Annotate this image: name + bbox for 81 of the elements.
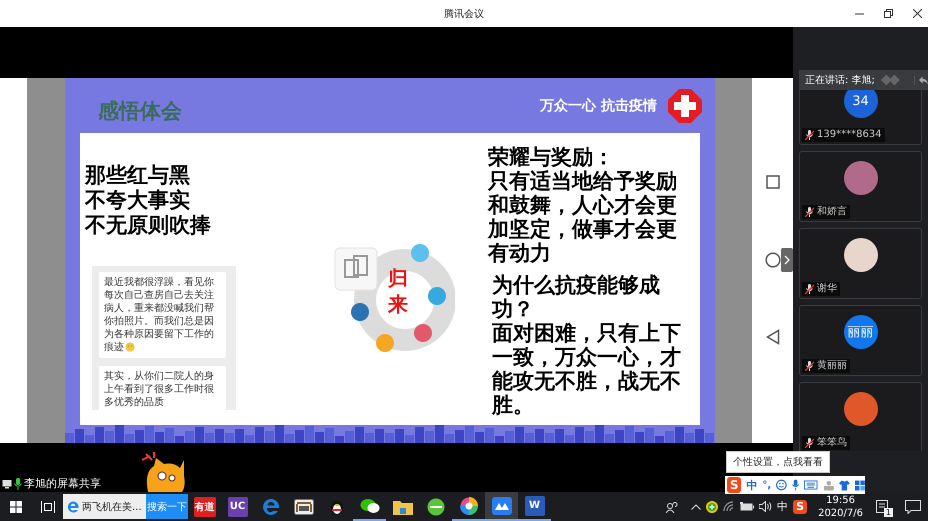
slide-text-line: 不无原则吹捧 (85, 213, 211, 238)
medical-cross-icon (667, 88, 703, 124)
chat-bubbles-icon (360, 498, 380, 514)
taskbar-button[interactable]: 有道 (188, 492, 221, 521)
search-field[interactable]: 两飞机在美... (63, 494, 146, 519)
participant-tile[interactable]: 34 139****8634 (799, 90, 922, 145)
tooltip: 个性设置，点我看看 (726, 451, 830, 473)
cat-sticker-drawing (140, 452, 186, 492)
participant-tile[interactable]: 和娇言 (799, 151, 922, 222)
participant-name: 黄丽丽 (817, 360, 847, 372)
caret-up-icon[interactable] (691, 504, 702, 510)
cloud-app-icon (492, 496, 512, 514)
ime-mode-toggle[interactable]: 中 (746, 478, 758, 492)
section-heading: 为什么抗疫能够成功？ (492, 273, 661, 321)
screen-share-label: 李旭的屏幕共享 (24, 477, 101, 491)
battery-icon[interactable] (740, 502, 754, 511)
search-text: 两飞机在美... (82, 500, 142, 514)
ime-logo[interactable]: S (793, 500, 808, 514)
taskbar-button[interactable]: UC (221, 492, 254, 521)
circle-icon (426, 498, 444, 516)
slide-text-line: 不夸大事实 (85, 188, 190, 213)
section-paragraph: 面对困难，只有上下一致，万众一心，才能攻无不胜，战无不胜。 (492, 321, 682, 417)
volume-icon[interactable] (759, 501, 772, 512)
reply-arrow-icon[interactable] (914, 76, 928, 84)
taskbar-button[interactable]: W (518, 492, 551, 521)
notification-count: 1 (884, 508, 893, 516)
shirt-icon[interactable] (839, 480, 850, 490)
close-icon[interactable] (913, 9, 922, 18)
participant-name: 139****8634 (817, 129, 882, 141)
participant-tile[interactable]: 笨笨鸟 (799, 382, 922, 451)
punctuation-toggle[interactable]: °, (762, 480, 772, 490)
task-view-icon[interactable] (41, 500, 55, 512)
chevron-tab-icon[interactable] (781, 248, 793, 272)
clock[interactable]: 19:56 2020/7/6 (818, 494, 863, 520)
notification-icon[interactable] (876, 500, 890, 514)
plus-circle-icon[interactable] (706, 500, 718, 512)
chat-bubble: 其实，从你们二院人的身上午看到了很多工作时很多优秀的品质 (99, 366, 226, 410)
color-wheel-icon (460, 496, 478, 514)
avatar: 丽丽 (844, 315, 878, 349)
section-paragraph: 只有适当地给予奖励和鼓舞，人心才会更加坚定，做事才会更有动力 (488, 169, 678, 265)
microphone-icon[interactable] (792, 479, 800, 491)
app-icon: UC (228, 496, 248, 516)
window-icon (294, 498, 314, 514)
penguin-icon (328, 498, 344, 516)
square-nav-icon[interactable] (766, 175, 780, 189)
participant-name: 和娇言 (817, 206, 847, 218)
ime-logo[interactable]: S (727, 477, 742, 493)
wifi-icon[interactable] (723, 501, 736, 512)
browser-icon (67, 500, 79, 512)
section-heading: 荣耀与奖励： (488, 145, 615, 169)
participant-name: 笨笨鸟 (817, 437, 847, 449)
slide-title: 感悟体会 (98, 98, 182, 124)
avatar: 34 (844, 90, 878, 118)
slogan-text: 万众一心 抗击疫情 (540, 96, 657, 114)
chat-bubble: 最近我都很浮躁，看见你每次自己查房自己去关注病人，重来都没喊我们帮你拍照片。而我们总是因为各种原因要留下工作的痕迹 (99, 272, 226, 358)
app-icon: W (524, 496, 544, 516)
slide-text-line: 那些红与黑 (85, 163, 190, 188)
keyboard-icon[interactable] (804, 480, 818, 490)
folder-icon (392, 498, 412, 514)
clock-date: 2020/7/6 (818, 506, 863, 520)
app-icon: 有道 (194, 496, 216, 516)
window-title: 腾讯会议 (444, 8, 484, 20)
circle-nav-icon[interactable] (764, 252, 780, 268)
diagram-label: 归来 (388, 265, 408, 317)
smiley-icon[interactable] (776, 479, 787, 491)
clock-time: 19:56 (826, 494, 855, 506)
taskbar-button[interactable] (485, 492, 518, 521)
grid-icon[interactable] (855, 480, 865, 490)
screen-share-icon (2, 479, 12, 489)
windows-logo-icon[interactable] (10, 500, 22, 512)
input-method-indicator[interactable]: 中 (777, 499, 788, 514)
chat-icon[interactable] (905, 500, 921, 514)
participant-tile[interactable]: 谢华 (799, 228, 922, 299)
browser-icon (262, 498, 280, 516)
people-icon[interactable] (666, 500, 678, 512)
back-triangle-icon[interactable] (766, 329, 780, 345)
participant-name: 谢华 (817, 283, 837, 295)
participant-tile[interactable]: 丽丽 黄丽丽 (799, 305, 922, 376)
speaker-status: 正在讲话: 李旭; (805, 74, 875, 87)
microphone-icon (14, 478, 22, 490)
restore-icon[interactable] (884, 9, 893, 18)
